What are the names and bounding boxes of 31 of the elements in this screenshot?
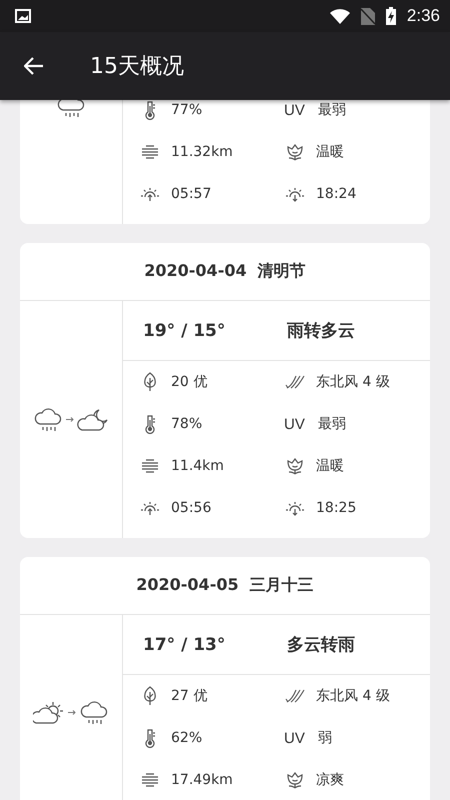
uv-label: UV	[284, 416, 306, 432]
detail-value: 11.4km	[171, 458, 224, 474]
uv-label: UV	[284, 730, 306, 746]
detail-value: 05:56	[171, 500, 212, 516]
uv-label: UV	[284, 102, 306, 118]
detail-value: 18:24	[316, 186, 356, 202]
detail-value: 最弱	[318, 101, 346, 119]
weather-text: 雨转多云	[287, 320, 355, 342]
detail-value: 东北风 4 级	[316, 373, 390, 391]
detail-value: 78%	[171, 416, 202, 432]
detail-value: 凉爽	[316, 771, 344, 789]
detail-value: 东北风 4 级	[316, 687, 390, 705]
day-date: 2020-04-04 清明节	[144, 261, 306, 282]
temperature-range: 17° / 13°	[143, 634, 226, 654]
detail-value: 20 优	[171, 373, 208, 391]
detail-value: 62%	[171, 730, 202, 746]
detail-value: 温暖	[316, 457, 344, 475]
detail-value: 11.32km	[171, 144, 233, 160]
detail-value: 05:57	[171, 186, 212, 202]
detail-value: 77%	[171, 102, 202, 118]
detail-value: 最弱	[318, 415, 346, 433]
detail-value: 17.49km	[171, 772, 233, 788]
detail-value: 18:25	[316, 500, 356, 516]
screen-title: 15天概况	[90, 53, 184, 81]
day-date: 2020-04-05 三月十三	[136, 575, 314, 596]
detail-value: 弱	[318, 729, 332, 747]
detail-value: 温暖	[316, 143, 344, 161]
weather-text: 多云转雨	[287, 634, 355, 656]
status-time: 2:36	[406, 6, 440, 26]
detail-value: 27 优	[171, 687, 208, 705]
temperature-range: 19° / 15°	[143, 320, 226, 340]
